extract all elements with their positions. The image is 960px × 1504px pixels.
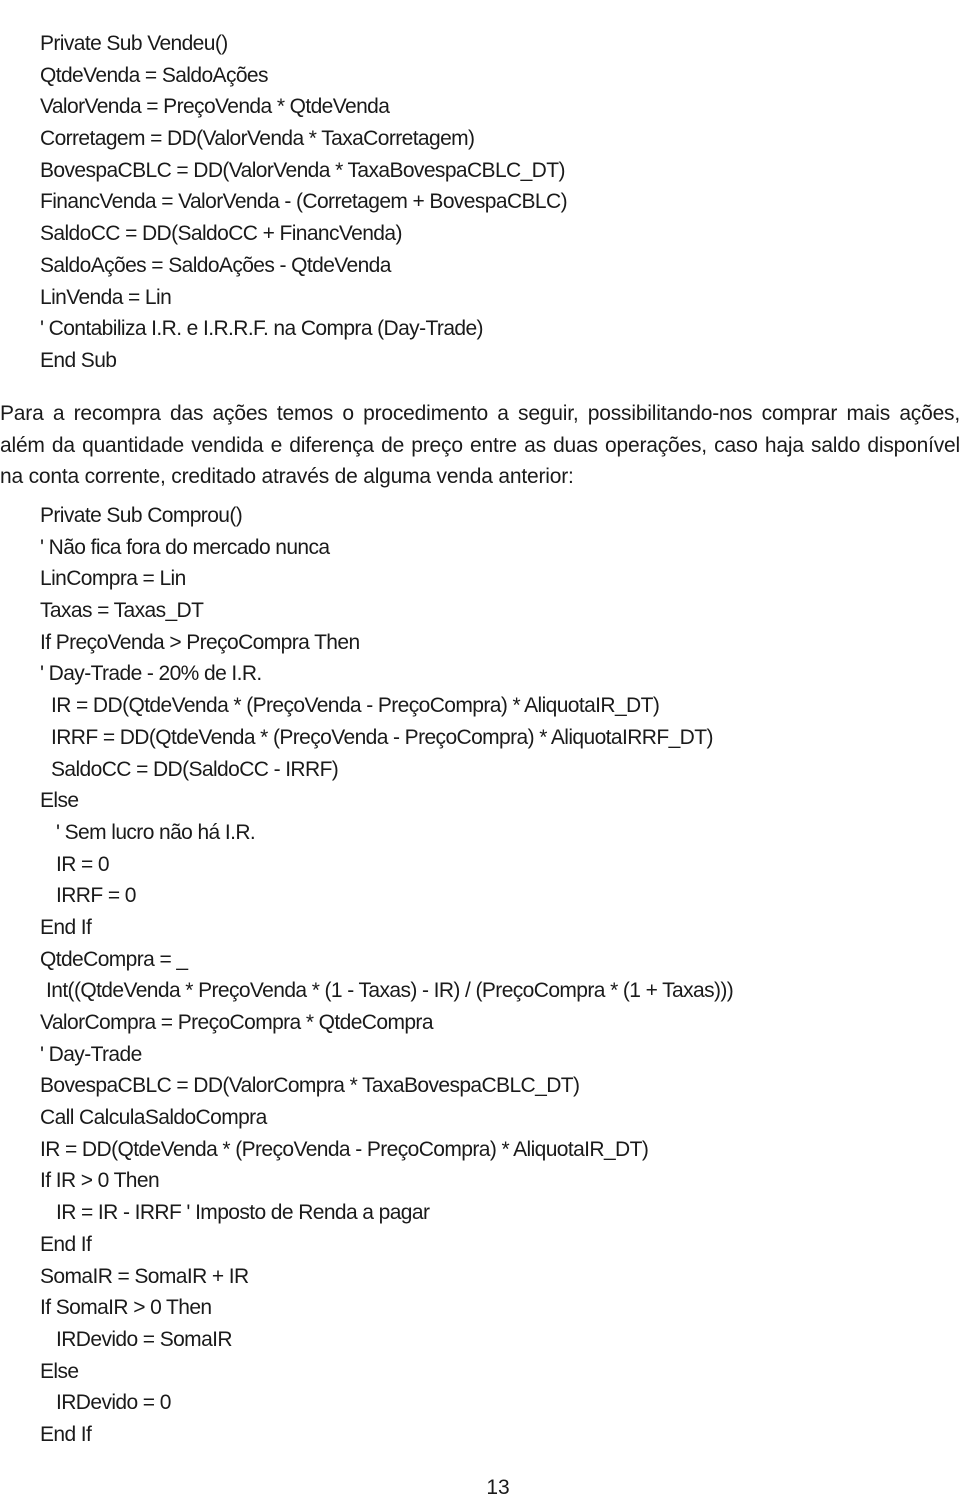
code-line: FinancVenda = ValorVenda - (Corretagem +… xyxy=(40,190,568,214)
code-line: IRDevido = SomaIR xyxy=(56,1327,233,1351)
code-line: QtdeVenda = SaldoAções xyxy=(40,63,269,87)
code-line: QtdeCompra = _ xyxy=(40,947,188,971)
code-comment: ' Day-Trade xyxy=(40,1042,142,1066)
code-line: ValorCompra = PreçoCompra * QtdeCompra xyxy=(40,1011,434,1034)
code-line: If PreçoVenda > PreçoCompra Then xyxy=(40,630,360,654)
code-line: Int((QtdeVenda * PreçoVenda * (1 - Taxas… xyxy=(46,979,734,1003)
code-line: LinCompra = Lin xyxy=(40,567,186,591)
code-line: IRRF = 0 xyxy=(56,884,136,908)
code-line: BovespaCBLC = DD(ValorVenda * TaxaBovesp… xyxy=(40,158,565,182)
body-paragraph: Para a recompra das ações temos o proced… xyxy=(0,402,960,489)
code-line: If IR > 0 Then xyxy=(40,1169,160,1193)
code-line: BovespaCBLC = DD(ValorCompra * TaxaBoves… xyxy=(40,1074,580,1098)
code-line: ValorVenda = PreçoVenda * QtdeVenda xyxy=(40,95,390,119)
code-comment: ' Day-Trade - 20% de I.R. xyxy=(40,662,262,686)
code-block-vendeu: Private Sub Vendeu() QtdeVenda = SaldoAç… xyxy=(40,28,568,377)
code-comment: ' Contabiliza I.R. e I.R.R.F. na Compra … xyxy=(40,317,484,341)
code-line: Call CalculaSaldoCompra xyxy=(40,1106,267,1130)
code-comment: ' Não fica fora do mercado nunca xyxy=(40,535,330,559)
code-line: End If xyxy=(40,1232,92,1256)
code-line: IR = DD(QtdeVenda * (PreçoVenda - PreçoC… xyxy=(40,1137,649,1161)
code-line: If SomaIR > 0 Then xyxy=(40,1296,212,1320)
code-comment: ' Sem lucro não há I.R. xyxy=(56,820,256,844)
code-line: IR = 0 xyxy=(56,852,110,876)
code-line: Corretagem = DD(ValorVenda * TaxaCorreta… xyxy=(40,127,475,151)
code-block-comprou: Private Sub Comprou() ' Não fica fora do… xyxy=(40,500,734,1451)
page-number: 13 xyxy=(486,1476,510,1499)
code-line: IR = DD(QtdeVenda * (PreçoVenda - PreçoC… xyxy=(51,694,660,718)
code-line: SaldoCC = DD(SaldoCC + FinancVenda) xyxy=(40,222,402,246)
code-line: IRRF = DD(QtdeVenda * (PreçoVenda - Preç… xyxy=(51,725,713,749)
code-line: SaldoCC = DD(SaldoCC - IRRF) xyxy=(51,757,339,781)
code-line: End Sub xyxy=(40,348,117,372)
code-line: Private Sub Vendeu() xyxy=(40,32,228,55)
code-line: SaldoAções = SaldoAções - QtdeVenda xyxy=(40,253,391,277)
code-line: IRDevido = 0 xyxy=(56,1391,171,1415)
code-line: Taxas = Taxas_DT xyxy=(40,599,204,623)
code-line: Else xyxy=(40,1359,79,1383)
code-line: IR = IR - IRRF ' Imposto de Renda a paga… xyxy=(56,1201,430,1225)
code-line: LinVenda = Lin xyxy=(40,285,172,309)
code-line: End If xyxy=(40,1422,92,1446)
code-line: End If xyxy=(40,915,92,939)
code-line: SomaIR = SomaIR + IR xyxy=(40,1264,249,1288)
code-line: Else xyxy=(40,789,79,813)
code-line: Private Sub Comprou() xyxy=(40,504,243,527)
